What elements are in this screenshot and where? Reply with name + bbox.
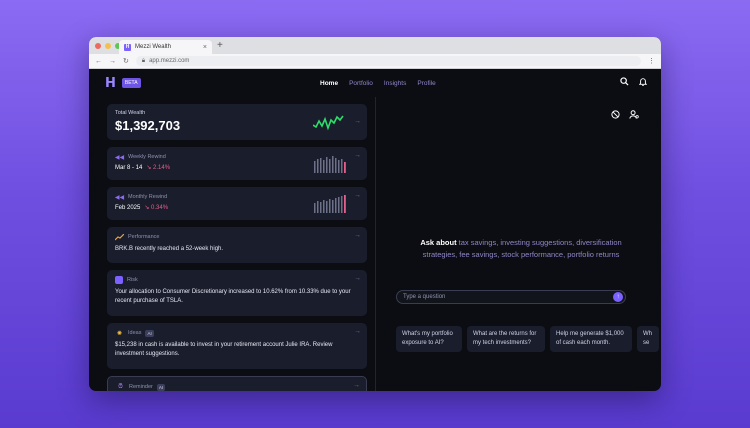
weekly-rewind-card[interactable]: ◀◀ Weekly Rewind Mar 8 - 14 ↘ 2.14% → bbox=[107, 147, 367, 180]
arrow-right-icon[interactable]: → bbox=[354, 328, 361, 335]
alarm-clock-icon: ⏰︎ bbox=[118, 383, 123, 390]
arrow-right-icon[interactable]: → bbox=[353, 382, 360, 389]
address-bar: ← → ↻ 🔒︎ app.mezzi.com ⋮ bbox=[89, 54, 661, 69]
search-icon[interactable] bbox=[620, 77, 629, 88]
tab-close-icon[interactable]: × bbox=[203, 44, 207, 51]
close-window-icon[interactable] bbox=[95, 43, 101, 49]
weekly-change: ↘ 2.14% bbox=[146, 165, 171, 171]
rewind-icon: ◀◀ bbox=[114, 194, 125, 201]
app-header: H BETA Home Portfolio Insights Profile bbox=[89, 69, 661, 97]
minimize-window-icon[interactable] bbox=[105, 43, 111, 49]
ask-panel: Ask about tax savings, investing suggest… bbox=[376, 97, 661, 391]
ai-badge: AI bbox=[156, 383, 166, 391]
main-area: Total Wealth $1,392,703 → ◀◀ Weekly Rewi… bbox=[89, 97, 661, 391]
nav-insights[interactable]: Insights bbox=[384, 80, 406, 87]
send-arrow-icon[interactable]: ↑ bbox=[613, 292, 623, 302]
url-text: app.mezzi.com bbox=[149, 58, 190, 64]
nav-home[interactable]: Home bbox=[320, 80, 338, 87]
weekly-range: Mar 8 - 14 bbox=[115, 164, 143, 171]
weekly-rewind-label: Weekly Rewind bbox=[128, 154, 166, 160]
ask-panel-actions bbox=[611, 110, 639, 121]
new-tab-button[interactable]: + bbox=[217, 40, 223, 51]
ideas-card[interactable]: ✺ Ideas AI $15,238 in cash is available … bbox=[107, 323, 367, 369]
user-settings-icon[interactable] bbox=[629, 110, 639, 121]
arrow-right-icon[interactable]: → bbox=[354, 192, 361, 199]
history-icon[interactable] bbox=[611, 110, 620, 121]
url-field[interactable]: 🔒︎ app.mezzi.com bbox=[135, 56, 641, 66]
trend-up-icon bbox=[115, 233, 124, 241]
forward-icon[interactable]: → bbox=[109, 58, 116, 65]
performance-label: Performance bbox=[128, 234, 160, 240]
ideas-text: $15,238 in cash is available to invest i… bbox=[115, 342, 333, 357]
question-input[interactable]: Type a question ↑ bbox=[396, 290, 626, 304]
window-controls bbox=[95, 43, 121, 49]
reload-icon[interactable]: ↻ bbox=[123, 57, 129, 65]
weekly-bars-chart bbox=[314, 156, 346, 173]
reminder-card[interactable]: ⏰︎ Reminder AI → bbox=[107, 376, 367, 391]
bell-icon[interactable] bbox=[638, 77, 648, 88]
risk-icon bbox=[115, 276, 123, 284]
monthly-rewind-card[interactable]: ◀◀ Monthly Rewind Feb 2025 ↘ 0.34% → bbox=[107, 187, 367, 220]
nav-profile[interactable]: Profile bbox=[417, 80, 435, 87]
lock-icon: 🔒︎ bbox=[141, 57, 146, 64]
monthly-change: ↘ 0.34% bbox=[144, 205, 169, 211]
ask-prompt: Ask about tax savings, investing suggest… bbox=[416, 237, 626, 261]
nav-portfolio[interactable]: Portfolio bbox=[349, 80, 373, 87]
mezzi-favicon-icon: H bbox=[124, 43, 131, 51]
risk-card[interactable]: Risk Your allocation to Consumer Discret… bbox=[107, 270, 367, 316]
arrow-right-icon[interactable]: → bbox=[354, 275, 361, 282]
arrow-right-icon[interactable]: → bbox=[354, 232, 361, 239]
suggestion-chip[interactable]: Wh se bbox=[637, 326, 659, 352]
total-wealth-card[interactable]: Total Wealth $1,392,703 → bbox=[107, 104, 367, 140]
performance-card[interactable]: Performance BRK.B recently reached a 52-… bbox=[107, 227, 367, 263]
ai-badge: AI bbox=[145, 329, 154, 337]
browser-menu-icon[interactable]: ⋮ bbox=[648, 57, 655, 65]
arrow-right-icon[interactable]: → bbox=[354, 118, 361, 125]
performance-text: BRK.B recently reached a 52-week high. bbox=[115, 246, 224, 252]
back-icon[interactable]: ← bbox=[95, 58, 102, 65]
header-actions bbox=[620, 77, 648, 88]
top-nav: Home Portfolio Insights Profile bbox=[320, 69, 436, 97]
tab-title: Mezzi Wealth bbox=[135, 44, 171, 50]
mezzi-logo[interactable]: H bbox=[105, 76, 116, 91]
browser-tab[interactable]: H Mezzi Wealth × bbox=[119, 40, 212, 54]
suggestion-chip[interactable]: What's my portfolio exposure to AI? bbox=[396, 326, 462, 352]
beta-badge: BETA bbox=[121, 78, 141, 88]
monthly-rewind-label: Monthly Rewind bbox=[128, 194, 168, 200]
risk-text: Your allocation to Consumer Discretionar… bbox=[115, 289, 351, 304]
rewind-icon: ◀◀ bbox=[114, 154, 125, 161]
risk-label: Risk bbox=[127, 277, 138, 283]
monthly-range: Feb 2025 bbox=[115, 204, 141, 211]
wealth-sparkline bbox=[313, 115, 344, 131]
arrow-right-icon[interactable]: → bbox=[354, 152, 361, 159]
suggestion-chip[interactable]: Help me generate $1,000 of cash each mon… bbox=[550, 326, 632, 352]
monthly-bars-chart bbox=[314, 195, 346, 213]
reminder-label: Reminder bbox=[129, 384, 153, 390]
insights-feed: Total Wealth $1,392,703 → ◀◀ Weekly Rewi… bbox=[89, 97, 376, 391]
ask-lead: Ask about bbox=[420, 238, 457, 247]
suggestion-chip[interactable]: What are the returns for my tech investm… bbox=[467, 326, 545, 352]
browser-window: H Mezzi Wealth × + ← → ↻ 🔒︎ app.mezzi.co… bbox=[89, 37, 661, 391]
question-placeholder: Type a question bbox=[403, 294, 446, 300]
tab-bar: H Mezzi Wealth × + bbox=[89, 37, 661, 54]
ideas-label: Ideas bbox=[128, 330, 142, 336]
lightbulb-icon: ✺ bbox=[116, 330, 123, 337]
